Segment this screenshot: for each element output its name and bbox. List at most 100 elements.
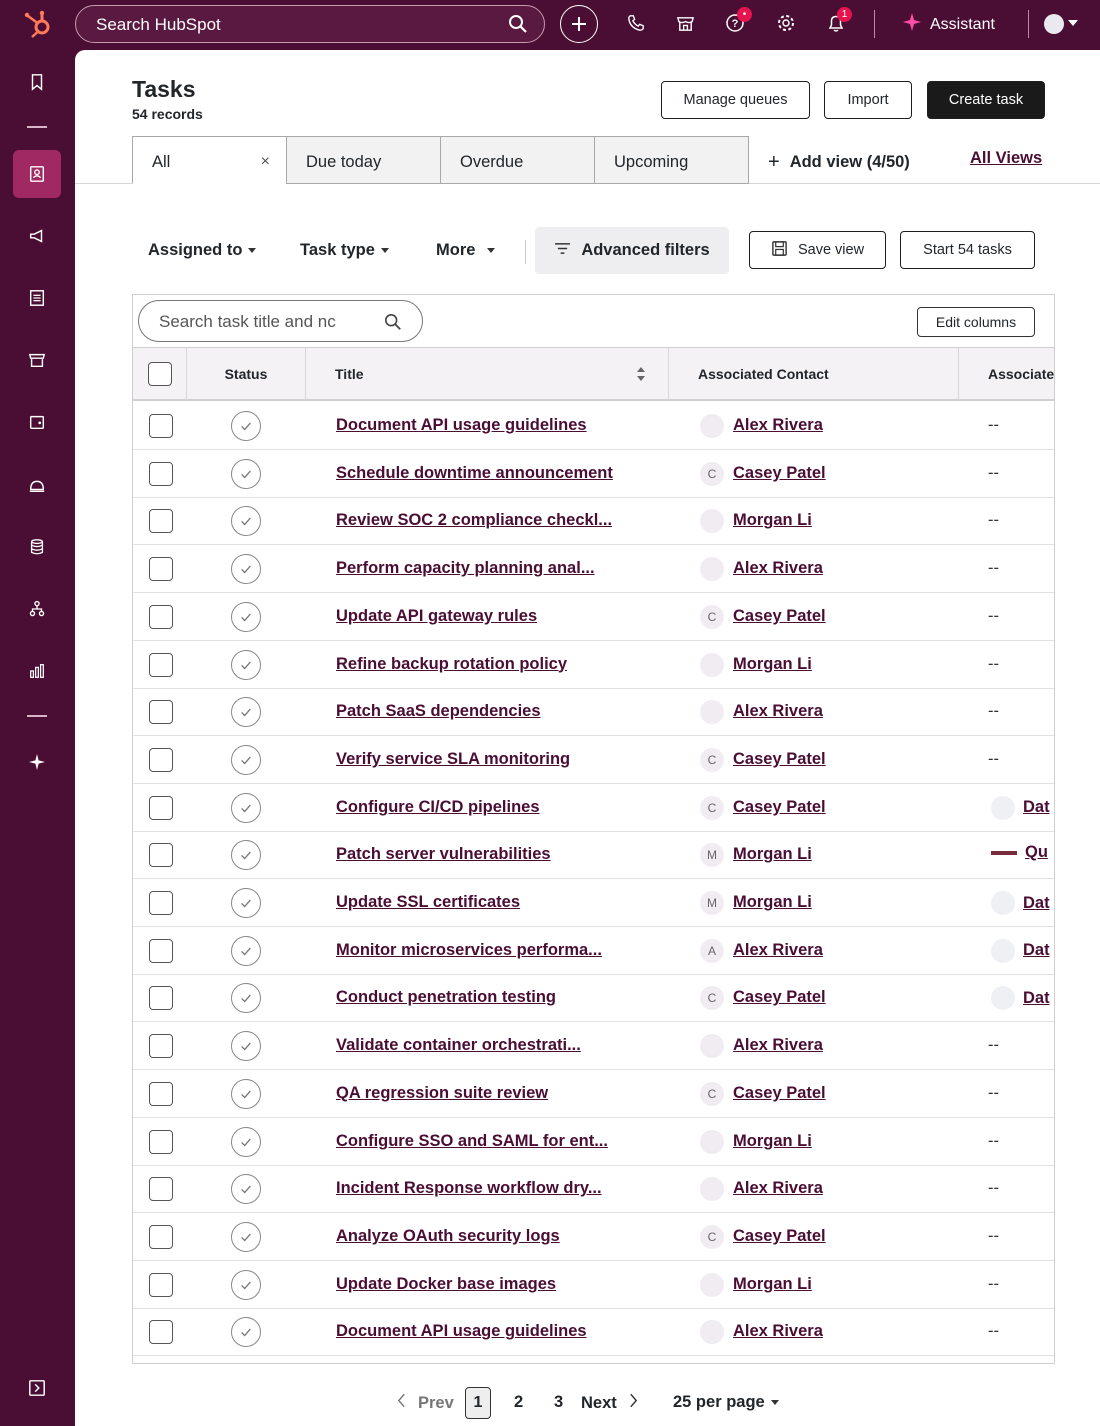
- task-type-filter[interactable]: Task type: [300, 241, 389, 260]
- contact-name-link[interactable]: Morgan Li: [733, 1132, 812, 1151]
- assigned-to-filter[interactable]: Assigned to: [148, 241, 257, 260]
- task-title-link[interactable]: Refine backup rotation policy: [336, 655, 567, 674]
- contacts-icon[interactable]: [25, 162, 49, 186]
- contact-name-link[interactable]: Alex Rivera: [733, 1036, 823, 1055]
- associated-company[interactable]: Dat: [991, 795, 1050, 820]
- contact-name-link[interactable]: Morgan Li: [733, 511, 812, 530]
- table-row[interactable]: Conduct penetration testing C Casey Patel D…: [133, 974, 1054, 1023]
- row-checkbox[interactable]: [149, 509, 173, 534]
- more-filter[interactable]: More: [436, 241, 496, 260]
- column-header-status[interactable]: Status: [187, 348, 306, 400]
- task-title-link[interactable]: Conduct penetration testing: [336, 988, 556, 1007]
- global-search-input[interactable]: Search HubSpot: [75, 5, 545, 43]
- table-row[interactable]: Analyze OAuth security logs C Casey Patel -…: [133, 1213, 1054, 1261]
- contact-name-link[interactable]: Morgan Li: [733, 655, 812, 674]
- contact-name-link[interactable]: Casey Patel: [733, 988, 826, 1007]
- search-icon[interactable]: [384, 313, 402, 331]
- contact-name-link[interactable]: Casey Patel: [733, 464, 826, 483]
- complete-task-check-icon[interactable]: [231, 935, 261, 966]
- page-1-button[interactable]: 1: [465, 1387, 491, 1419]
- row-checkbox[interactable]: [149, 1129, 173, 1154]
- associated-company[interactable]: Dat: [991, 891, 1050, 915]
- assistant-button[interactable]: Assistant: [902, 12, 995, 37]
- complete-task-check-icon[interactable]: [231, 888, 261, 918]
- contact-name-link[interactable]: Alex Rivera: [733, 1322, 823, 1341]
- table-row[interactable]: Update SSL certificates M Morgan Li Dat: [133, 879, 1054, 927]
- row-checkbox[interactable]: [149, 700, 173, 725]
- search-icon[interactable]: [508, 14, 528, 34]
- complete-task-check-icon[interactable]: [231, 1126, 261, 1157]
- table-row[interactable]: Update API gateway rules C Casey Patel --: [133, 593, 1054, 641]
- task-title-link[interactable]: Patch SaaS dependencies: [336, 702, 541, 721]
- company-name-link[interactable]: Dat: [1023, 894, 1050, 913]
- row-checkbox[interactable]: [149, 1177, 173, 1202]
- contact-name-link[interactable]: Casey Patel: [733, 1227, 826, 1246]
- page-3-button[interactable]: 3: [554, 1393, 563, 1412]
- task-title-link[interactable]: Update API gateway rules: [336, 607, 537, 626]
- start-tasks-button[interactable]: Start 54 tasks: [900, 231, 1035, 269]
- complete-task-check-icon[interactable]: [231, 458, 261, 489]
- row-checkbox[interactable]: [149, 843, 173, 868]
- column-header-contact[interactable]: Associated Contact: [669, 348, 959, 400]
- workflows-icon[interactable]: [25, 597, 49, 621]
- table-row[interactable]: Document API usage guidelines Alex Rivera…: [133, 402, 1054, 450]
- row-checkbox[interactable]: [149, 986, 173, 1011]
- contact-name-link[interactable]: Alex Rivera: [733, 559, 823, 578]
- breeze-sparkle-icon[interactable]: [25, 750, 49, 774]
- per-page-dropdown[interactable]: 25 per page: [673, 1393, 779, 1412]
- row-checkbox[interactable]: [149, 461, 173, 486]
- next-page-button[interactable]: Next: [581, 1393, 638, 1413]
- company-name-link[interactable]: Dat: [1023, 989, 1050, 1008]
- phone-icon[interactable]: [623, 10, 649, 36]
- database-icon[interactable]: [25, 535, 49, 559]
- company-name-link[interactable]: Dat: [1023, 941, 1050, 960]
- contact-name-link[interactable]: Alex Rivera: [733, 941, 823, 960]
- contact-name-link[interactable]: Morgan Li: [733, 845, 812, 864]
- select-all-checkbox[interactable]: [147, 362, 172, 386]
- contact-name-link[interactable]: Alex Rivera: [733, 1179, 823, 1198]
- task-title-link[interactable]: Review SOC 2 compliance checkl...: [336, 511, 612, 530]
- complete-task-check-icon[interactable]: [231, 840, 261, 871]
- task-title-link[interactable]: Incident Response workflow dry...: [336, 1179, 602, 1198]
- page-2-button[interactable]: 2: [514, 1393, 523, 1412]
- row-checkbox[interactable]: [149, 604, 173, 629]
- user-avatar[interactable]: [1044, 14, 1064, 34]
- task-title-link[interactable]: Monitor microservices performa...: [336, 941, 602, 960]
- save-view-button[interactable]: Save view: [749, 231, 886, 269]
- complete-task-check-icon[interactable]: [231, 649, 261, 680]
- complete-task-check-icon[interactable]: [231, 506, 261, 537]
- complete-task-check-icon[interactable]: [231, 983, 261, 1014]
- row-checkbox[interactable]: [149, 557, 173, 582]
- contact-name-link[interactable]: Casey Patel: [733, 1084, 826, 1103]
- row-checkbox[interactable]: [149, 795, 173, 820]
- table-row[interactable]: QA regression suite review C Casey Patel --: [133, 1070, 1054, 1118]
- complete-task-check-icon[interactable]: [231, 1031, 261, 1062]
- task-title-link[interactable]: Patch server vulnerabilities: [336, 845, 551, 864]
- task-title-link[interactable]: Verify service SLA monitoring: [336, 750, 570, 769]
- complete-task-check-icon[interactable]: [231, 792, 261, 823]
- contact-name-link[interactable]: Alex Rivera: [733, 702, 823, 721]
- table-row[interactable]: Document API usage guidelines Alex Rivera…: [133, 1308, 1054, 1357]
- column-header-associate[interactable]: Associate: [959, 348, 1054, 400]
- bookmark-icon[interactable]: [25, 70, 49, 94]
- gear-icon[interactable]: [773, 10, 799, 36]
- table-row[interactable]: Update Docker base images Morgan Li --: [133, 1261, 1054, 1309]
- row-checkbox[interactable]: [149, 1224, 173, 1249]
- task-title-link[interactable]: Document API usage guidelines: [336, 416, 587, 435]
- marketplace-icon[interactable]: [672, 10, 698, 36]
- complete-task-check-icon[interactable]: [231, 1078, 261, 1109]
- table-row[interactable]: Perform capacity planning anal... Alex Ri…: [133, 545, 1054, 594]
- task-title-link[interactable]: Validate container orchestrati...: [336, 1036, 581, 1055]
- complete-task-check-icon[interactable]: [231, 1174, 261, 1205]
- content-icon[interactable]: [25, 286, 49, 310]
- create-new-icon[interactable]: [560, 5, 598, 43]
- table-row[interactable]: Patch SaaS dependencies Alex Rivera --: [133, 688, 1054, 737]
- row-checkbox[interactable]: [149, 1272, 173, 1297]
- tab-upcoming[interactable]: Upcoming: [594, 136, 749, 184]
- column-header-title[interactable]: Title: [306, 348, 669, 400]
- company-name-link[interactable]: Qu: [1025, 843, 1048, 862]
- all-views-link[interactable]: All Views: [970, 149, 1042, 168]
- task-title-link[interactable]: Update SSL certificates: [336, 893, 520, 912]
- complete-task-check-icon[interactable]: [231, 554, 261, 585]
- table-row[interactable]: Monitor microservices performa... A Alex R…: [133, 927, 1054, 975]
